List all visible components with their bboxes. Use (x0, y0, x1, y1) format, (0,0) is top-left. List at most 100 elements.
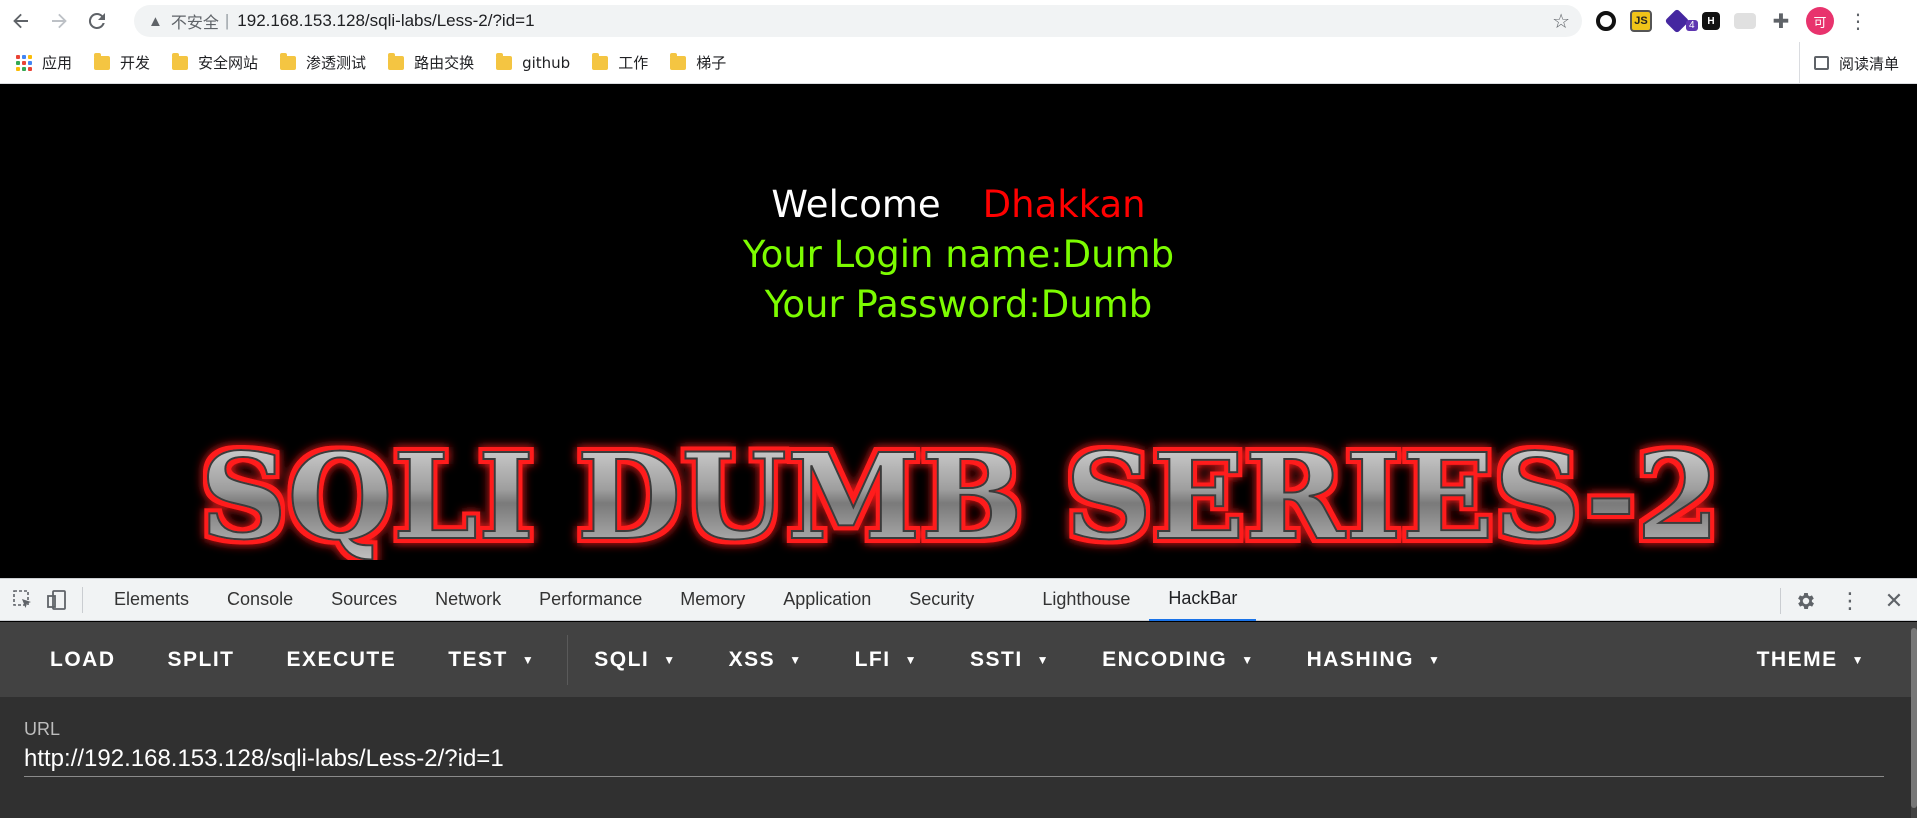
chevron-down-icon: ▼ (904, 652, 918, 667)
extension-h-icon[interactable]: H (1702, 12, 1720, 30)
theme-menu-label: THEME (1756, 647, 1838, 671)
profile-avatar[interactable]: 可 (1806, 7, 1834, 35)
device-toolbar-icon[interactable] (44, 587, 70, 613)
banner-text: SQLI DUMB SERIES-2 (200, 430, 1720, 560)
bookmark-folder[interactable]: 安全网站 (172, 52, 258, 73)
tab-elements[interactable]: Elements (95, 578, 208, 621)
tab-sources[interactable]: Sources (312, 578, 416, 621)
folder-icon (172, 52, 189, 70)
encoding-menu-label: ENCODING (1102, 647, 1228, 671)
tab-security[interactable]: Security (890, 578, 993, 621)
extension-monitor-icon[interactable] (1734, 13, 1756, 29)
tab-hackbar[interactable]: HackBar (1149, 578, 1257, 621)
lfi-menu[interactable]: LFI ▼ (829, 622, 944, 697)
tab-network[interactable]: Network (416, 578, 520, 621)
theme-menu[interactable]: THEME ▼ (1731, 622, 1891, 697)
folder-icon (94, 52, 111, 70)
inspect-element-icon[interactable] (10, 587, 36, 613)
page-content: Welcome Dhakkan Your Login name:Dumb Your… (0, 85, 1917, 578)
tab-application[interactable]: Application (764, 578, 890, 621)
folder-icon (592, 52, 609, 70)
tab-performance[interactable]: Performance (520, 578, 661, 621)
bookmark-label: 路由交换 (414, 54, 475, 72)
reading-list-icon (1813, 56, 1829, 70)
chevron-down-icon: ▼ (663, 652, 677, 667)
bookmark-folder[interactable]: 开发 (94, 52, 150, 73)
url-input[interactable]: http://192.168.153.128/sqli-labs/Less-2/… (24, 741, 1884, 777)
hackbar-panel: LOAD SPLIT EXECUTE TEST ▼ SQLI ▼ XSS ▼ LFI ▼… (0, 622, 1917, 818)
bookmark-label: 开发 (120, 54, 151, 72)
split-button[interactable]: SPLIT (142, 622, 261, 697)
chevron-down-icon: ▼ (1241, 652, 1255, 667)
login-name-line: Your Login name:Dumb (742, 233, 1175, 276)
encoding-menu[interactable]: ENCODING ▼ (1076, 622, 1281, 697)
ssti-menu-label: SSTI (969, 647, 1023, 671)
load-button[interactable]: LOAD (0, 622, 142, 697)
folder-icon (280, 52, 297, 70)
extensions-puzzle-icon[interactable]: ✚ (1770, 10, 1792, 33)
forward-arrow-icon (52, 13, 67, 29)
chevron-down-icon: ▼ (1427, 652, 1442, 667)
bookmark-folder[interactable]: github (496, 52, 571, 72)
tab-lighthouse[interactable]: Lighthouse (1023, 578, 1149, 621)
ssti-menu[interactable]: SSTI ▼ (944, 622, 1076, 697)
reading-list-button[interactable]: 阅读清单 (1798, 42, 1899, 84)
execute-button[interactable]: EXECUTE (261, 622, 423, 697)
folder-icon (388, 52, 405, 70)
chevron-down-icon: ▼ (1036, 652, 1051, 667)
chevron-down-icon: ▼ (789, 652, 803, 667)
omnibox-separator: | (224, 11, 230, 30)
extension-js-icon[interactable]: JS (1630, 10, 1652, 32)
reload-button[interactable] (80, 4, 114, 38)
scrollbar-thumb[interactable] (1911, 628, 1917, 808)
settings-gear-icon[interactable] (1793, 588, 1819, 614)
extensions-area: JS H ✚ 可 ⋮ (1596, 6, 1868, 36)
hashing-menu-label: HASHING (1306, 647, 1414, 671)
chevron-down-icon: ▼ (521, 652, 536, 667)
bookmark-folder[interactable]: 路由交换 (388, 52, 474, 73)
bookmark-star-icon[interactable]: ☆ (1552, 9, 1570, 34)
hashing-menu[interactable]: HASHING ▼ (1281, 622, 1468, 697)
devtools-divider (82, 586, 83, 613)
extension-circle-icon[interactable] (1596, 11, 1616, 31)
chevron-down-icon: ▼ (1851, 652, 1865, 667)
hackbar-toolbar: LOAD SPLIT EXECUTE TEST ▼ SQLI ▼ XSS ▼ LFI ▼… (0, 622, 1911, 697)
bookmark-label: 安全网站 (198, 54, 259, 72)
devtools-more-icon[interactable]: ⋮ (1837, 588, 1863, 614)
sqli-menu[interactable]: SQLI ▼ (568, 622, 702, 697)
sqli-menu-label: SQLI (594, 647, 650, 671)
address-bar[interactable]: ▲ 不安全 | 192.168.153.128/sqli-labs/Less-2… (134, 5, 1582, 37)
tab-console[interactable]: Console (208, 578, 312, 621)
devtools-actions: ⋮ ✕ (1768, 579, 1907, 622)
back-button[interactable] (4, 4, 38, 38)
devtools-close-icon[interactable]: ✕ (1881, 588, 1907, 614)
bookmark-apps[interactable]: 应用 (16, 52, 72, 73)
bookmark-folder[interactable]: 渗透测试 (280, 52, 366, 73)
bookmark-label: 渗透测试 (306, 54, 367, 72)
lfi-menu-label: LFI (854, 647, 891, 671)
extension-badge: 4 (1686, 20, 1698, 31)
warning-icon: ▲ (148, 12, 163, 30)
password-line: Your Password:Dumb (764, 283, 1153, 326)
forward-button[interactable] (42, 4, 76, 38)
browser-menu-icon[interactable]: ⋮ (1848, 9, 1868, 34)
xss-menu[interactable]: XSS ▼ (703, 622, 829, 697)
welcome-block: Welcome Dhakkan Your Login name:Dumb Your… (0, 180, 1917, 330)
security-label: 不安全 (170, 13, 219, 32)
devtools-tabbar: Elements Console Sources Network Perform… (0, 578, 1917, 621)
bookmark-label: 应用 (42, 54, 73, 72)
bookmark-folder[interactable]: 梯子 (670, 52, 726, 73)
test-menu-label: TEST (448, 647, 508, 671)
devtools-divider (1780, 587, 1781, 614)
tab-memory[interactable]: Memory (661, 578, 764, 621)
test-menu[interactable]: TEST ▼ (422, 622, 561, 697)
browser-toolbar: ▲ 不安全 | 192.168.153.128/sqli-labs/Less-2… (0, 0, 1917, 42)
hackbar-scrollbar[interactable] (1911, 622, 1917, 818)
hackbar-url-area: URL http://192.168.153.128/sqli-labs/Les… (0, 697, 1911, 818)
bookmark-folder[interactable]: 工作 (592, 52, 648, 73)
sqli-dumb-series-banner: SQLI DUMB SERIES-2 (199, 430, 1721, 560)
url-field-label: URL (24, 719, 61, 739)
back-arrow-icon (13, 13, 28, 29)
bookmark-label: github (522, 53, 571, 72)
reading-list-label: 阅读清单 (1838, 54, 1899, 73)
